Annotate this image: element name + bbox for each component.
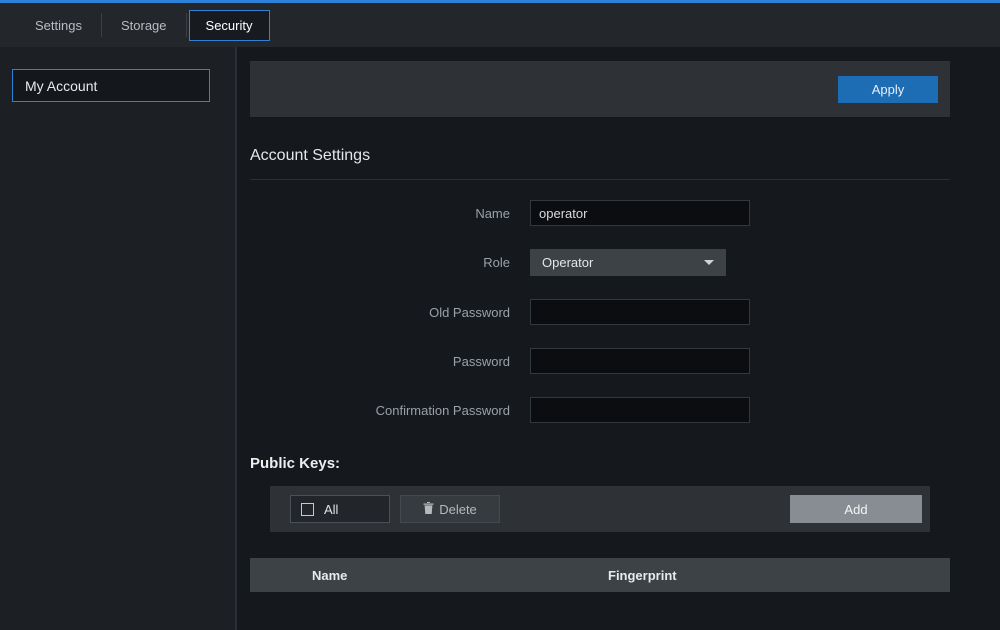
form-row-password: Password xyxy=(250,348,950,374)
password-label: Password xyxy=(250,354,530,369)
delete-button[interactable]: Delete xyxy=(400,495,500,523)
password-input[interactable] xyxy=(530,348,750,374)
action-bar: Apply xyxy=(250,61,950,117)
trash-icon xyxy=(423,502,434,517)
select-all-button[interactable]: All xyxy=(290,495,390,523)
sidebar: My Account xyxy=(0,47,237,630)
content-area: My Account Apply Account Settings Name R… xyxy=(0,47,1000,630)
top-navigation: Settings Storage Security xyxy=(0,0,1000,47)
app-window: Settings Storage Security My Account App… xyxy=(0,0,1000,630)
confirmation-password-input[interactable] xyxy=(530,397,750,423)
confirmation-password-label: Confirmation Password xyxy=(250,403,530,418)
tab-storage-label: Storage xyxy=(121,18,167,33)
name-label: Name xyxy=(250,206,530,221)
old-password-input[interactable] xyxy=(530,299,750,325)
tab-divider xyxy=(101,13,102,37)
tab-security-label: Security xyxy=(206,18,253,33)
public-keys-toolbar: All Delete Add xyxy=(270,486,930,532)
checkbox-icon[interactable] xyxy=(301,503,314,516)
role-select-value: Operator xyxy=(542,255,593,270)
column-header-name: Name xyxy=(312,568,608,583)
form-row-role: Role Operator xyxy=(250,249,950,276)
public-keys-title: Public Keys: xyxy=(250,455,950,472)
main-content: Apply Account Settings Name Role Operato… xyxy=(237,47,1000,630)
tab-security[interactable]: Security xyxy=(189,10,270,41)
role-select[interactable]: Operator xyxy=(530,249,726,276)
form-row-confirmation-password: Confirmation Password xyxy=(250,397,950,423)
account-settings-form: Name Role Operator Old Password Password xyxy=(250,200,950,423)
tab-divider xyxy=(186,13,187,37)
column-header-fingerprint: Fingerprint xyxy=(608,568,677,583)
page-title: Account Settings xyxy=(250,147,950,180)
old-password-label: Old Password xyxy=(250,305,530,320)
role-label: Role xyxy=(250,255,530,270)
delete-label: Delete xyxy=(439,502,477,517)
sidebar-item-label: My Account xyxy=(25,78,97,94)
form-row-name: Name xyxy=(250,200,950,226)
sidebar-item-my-account[interactable]: My Account xyxy=(12,69,210,102)
tab-settings[interactable]: Settings xyxy=(18,10,99,41)
add-button[interactable]: Add xyxy=(790,495,922,523)
public-keys-table-header: Name Fingerprint xyxy=(250,558,950,592)
apply-button[interactable]: Apply xyxy=(838,76,938,103)
name-input[interactable] xyxy=(530,200,750,226)
select-all-label: All xyxy=(324,502,338,517)
chevron-down-icon xyxy=(704,260,714,265)
tab-settings-label: Settings xyxy=(35,18,82,33)
tab-storage[interactable]: Storage xyxy=(104,10,184,41)
form-row-old-password: Old Password xyxy=(250,299,950,325)
